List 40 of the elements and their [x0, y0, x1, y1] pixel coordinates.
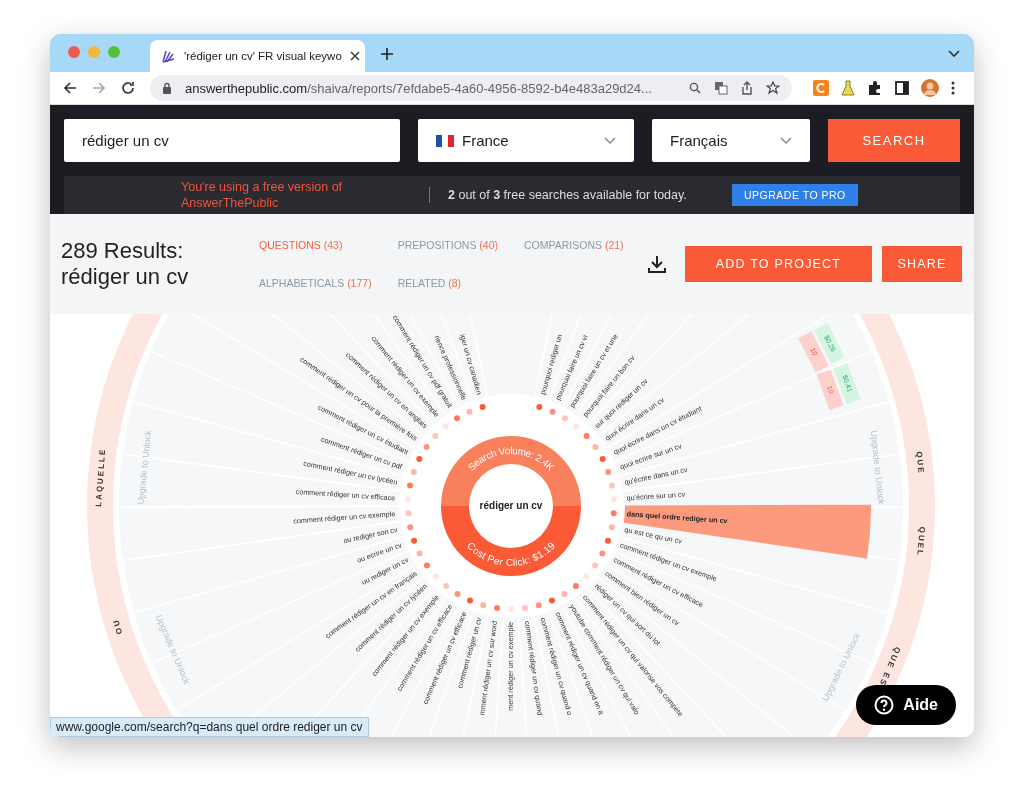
status-url: www.google.com/search?q=dans quel ordre rediger un cv	[50, 717, 369, 737]
search-field[interactable]: rédiger un cv	[64, 119, 400, 162]
chevron-icon	[780, 136, 792, 145]
puzzle-icon[interactable]	[867, 80, 883, 96]
help-button[interactable]: Aide	[856, 685, 956, 725]
search-term: rédiger un cv	[61, 264, 190, 290]
group-label: QUE	[914, 450, 926, 476]
flask-icon[interactable]	[841, 80, 855, 96]
search-icon[interactable]	[689, 82, 701, 94]
back-icon[interactable]	[63, 81, 77, 95]
lock-icon	[162, 82, 172, 94]
help-icon	[874, 695, 895, 715]
upgrade-button[interactable]: UPGRADE TO PRO	[732, 184, 858, 206]
group-label: QUE ES	[877, 645, 903, 688]
sidebar-icon[interactable]	[895, 81, 909, 95]
language-select[interactable]: Français	[652, 119, 810, 162]
new-tab-icon[interactable]	[381, 48, 393, 60]
avatar-icon[interactable]	[921, 79, 939, 97]
tab-list-icon[interactable]	[948, 50, 960, 58]
reload-icon[interactable]	[121, 81, 135, 95]
center-term: rédiger un cv	[479, 499, 543, 511]
download-icon[interactable]	[647, 254, 667, 274]
site-icon	[160, 48, 176, 64]
close-tab-icon[interactable]	[349, 51, 360, 61]
translate-icon[interactable]	[714, 81, 728, 95]
group-label: QUEL	[915, 526, 927, 558]
quota-text: 2 out of 3 free searches available for today.	[448, 188, 688, 202]
group-label: LAQUELLE	[94, 447, 108, 508]
group-label: OU	[110, 617, 125, 636]
chevron-icon	[604, 136, 616, 145]
free-version-message: You're using a free version of AnswerThePublic	[181, 179, 344, 211]
results-count: 289 Results:	[61, 238, 185, 264]
flag-icon	[436, 134, 454, 147]
share-icon[interactable]	[741, 81, 753, 95]
country-select[interactable]: France	[418, 119, 634, 162]
menu-icon[interactable]	[951, 81, 955, 95]
browser-tab[interactable]: 'rédiger un cv' FR visual keywo	[150, 40, 365, 72]
extension-icon[interactable]	[813, 80, 829, 96]
star-icon[interactable]	[766, 81, 780, 95]
address-bar[interactable]: answerthepublic.com/shaiva/reports/7efdabe5-4a60-4956-8592-b4e483a29d24...	[150, 75, 792, 101]
